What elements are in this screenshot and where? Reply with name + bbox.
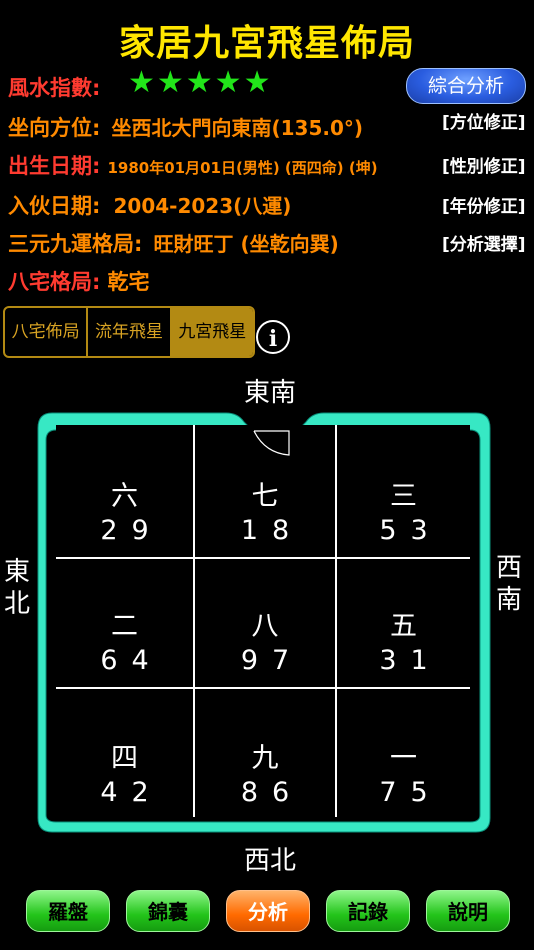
help-button[interactable]: 說明 <box>426 890 510 932</box>
tips-button[interactable]: 錦囊 <box>126 890 210 932</box>
palace-cell: 八 97 <box>240 611 304 676</box>
palace-cell: 六 29 <box>100 481 163 546</box>
palace-cell: 一 75 <box>379 743 442 808</box>
nine-palace-grid: 六 29 七 18 三 53 二 64 八 97 五 31 四 42 九 86 一 75 <box>56 425 470 817</box>
door-icon <box>253 430 290 456</box>
palace-cell: 五 31 <box>379 611 442 676</box>
palace-cell: 四 42 <box>100 743 163 808</box>
compass-button[interactable]: 羅盤 <box>26 890 110 932</box>
palace-cell: 三 53 <box>379 481 442 546</box>
analysis-button[interactable]: 分析 <box>226 890 310 932</box>
records-button[interactable]: 記錄 <box>326 890 410 932</box>
palace-cell: 九 86 <box>240 743 304 808</box>
palace-cell: 七 18 <box>240 481 304 546</box>
palace-cell: 二 64 <box>100 611 163 676</box>
